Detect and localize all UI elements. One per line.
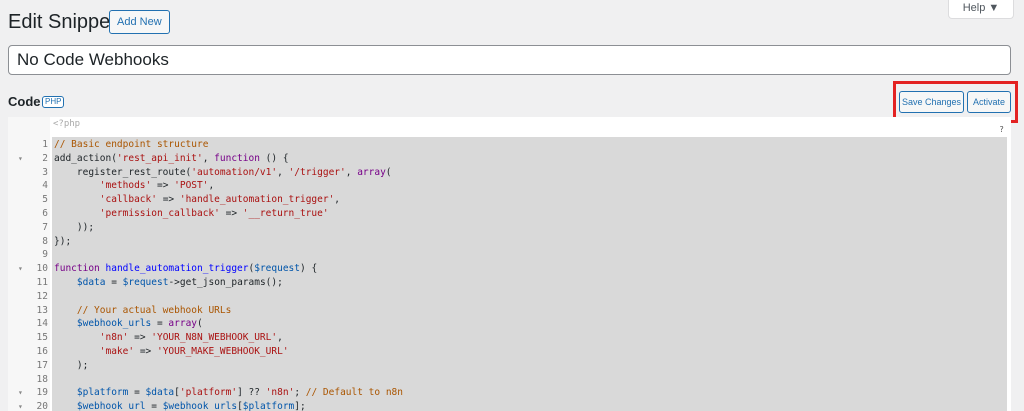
save-changes-button[interactable]: Save Changes: [899, 91, 964, 113]
activate-button[interactable]: Activate: [967, 91, 1011, 113]
snippet-title-input[interactable]: No Code Webhooks: [8, 45, 1011, 75]
line-number: 13: [36, 304, 48, 316]
code-line: 8});: [8, 235, 1011, 248]
code-line: 11 $data = $request->get_json_params();: [8, 276, 1011, 289]
line-number: 3: [42, 166, 48, 178]
code-text: 'methods' => 'POST',: [99, 180, 215, 192]
code-line: 20 ▾ $webhook_url = $webhook_urls[$platfo…: [8, 400, 1011, 411]
code-line: 9: [8, 248, 1011, 261]
code-section-label: Code: [8, 94, 41, 109]
code-text: });: [54, 235, 72, 247]
fold-marker-icon[interactable]: ▾: [18, 400, 23, 411]
line-number: 11: [36, 277, 48, 288]
code-line: 14 $webhook_urls = array(: [8, 317, 1011, 330]
line-number: 15: [36, 332, 48, 344]
line-number: 9: [42, 249, 48, 261]
editor-help-mark[interactable]: ?: [999, 125, 1004, 134]
code-text: function handle_automation_trigger($requ…: [54, 263, 318, 275]
code-editor[interactable]: <?php ? 1 // Basic endpoint structure 2 ▾ ad…: [8, 117, 1011, 411]
code-text: 'permission_callback' => '__return_true': [99, 208, 329, 219]
code-text: $platform = $data['platform'] ?? 'n8n'; …: [76, 387, 403, 399]
code-line: 7 ));: [8, 221, 1011, 234]
code-text: register_rest_route('automation/v1', '/t…: [54, 166, 392, 178]
line-number: 5: [42, 194, 48, 206]
code-line: 12: [8, 290, 1011, 303]
code-text: ));: [54, 221, 95, 233]
line-number: 2: [42, 152, 48, 164]
code-line: 13 // Your actual webhook URLs: [8, 304, 1011, 317]
code-line: 10 ▾ function handle_automation_trigger($r…: [8, 262, 1011, 275]
fold-marker-icon[interactable]: ▾: [18, 152, 23, 165]
add-new-button[interactable]: Add New: [109, 10, 170, 34]
fold-marker-icon[interactable]: ▾: [18, 262, 23, 275]
code-line: 15 'n8n' => 'YOUR_N8N_WEBHOOK_URL',: [8, 331, 1011, 344]
code-line: 1 // Basic endpoint structure: [8, 138, 1011, 151]
code-line: 6 'permission_callback' => '__return_tru…: [8, 207, 1011, 220]
page-title: Edit Snippet: [8, 11, 116, 33]
line-number: 17: [36, 359, 48, 371]
code-text: $webhook_urls = array(: [76, 318, 203, 330]
line-number: 14: [36, 318, 48, 330]
line-number: 19: [36, 387, 48, 399]
line-number: 4: [42, 180, 48, 192]
line-number: 18: [36, 373, 48, 385]
code-text: 'make' => 'YOUR_MAKE_WEBHOOK_URL': [99, 346, 289, 357]
line-number: 7: [42, 221, 48, 233]
code-text: );: [54, 359, 89, 371]
line-number: 16: [36, 346, 48, 357]
line-number: 12: [36, 290, 48, 302]
php-opener-text: <?php: [53, 119, 81, 129]
code-text: // Your actual webhook URLs: [76, 304, 232, 316]
code-line: 19 ▾ $platform = $data['platform'] ?? 'n8…: [8, 386, 1011, 399]
code-line: 5 'callback' => 'handle_automation_trigg…: [8, 193, 1011, 206]
code-text: add_action('rest_api_init', function () …: [54, 152, 289, 164]
code-line: 3 register_rest_route('automation/v1', '…: [8, 166, 1011, 179]
code-line: 16 'make' => 'YOUR_MAKE_WEBHOOK_URL': [8, 345, 1011, 358]
code-line: 2 ▾ add_action('rest_api_init', function (…: [8, 152, 1011, 165]
line-number: 8: [42, 235, 48, 247]
code-line: 18: [8, 373, 1011, 386]
line-number: 6: [42, 208, 48, 219]
php-badge: PHP: [42, 96, 65, 108]
line-number: 20: [36, 401, 48, 411]
code-text: $webhook_url = $webhook_urls[$platform];: [76, 401, 306, 411]
code-line: 4 'methods' => 'POST',: [8, 179, 1011, 192]
code-text: // Basic endpoint structure: [54, 139, 209, 150]
code-text: 'callback' => 'handle_automation_trigger…: [99, 194, 341, 206]
help-tab[interactable]: Help ▼: [948, 0, 1014, 19]
code-line: 17 );: [8, 359, 1011, 372]
line-number: 1: [42, 139, 48, 150]
line-number: 10: [36, 263, 48, 275]
code-text: 'n8n' => 'YOUR_N8N_WEBHOOK_URL',: [99, 332, 283, 344]
code-text: $data = $request->get_json_params();: [76, 277, 283, 288]
fold-marker-icon[interactable]: ▾: [18, 386, 23, 399]
